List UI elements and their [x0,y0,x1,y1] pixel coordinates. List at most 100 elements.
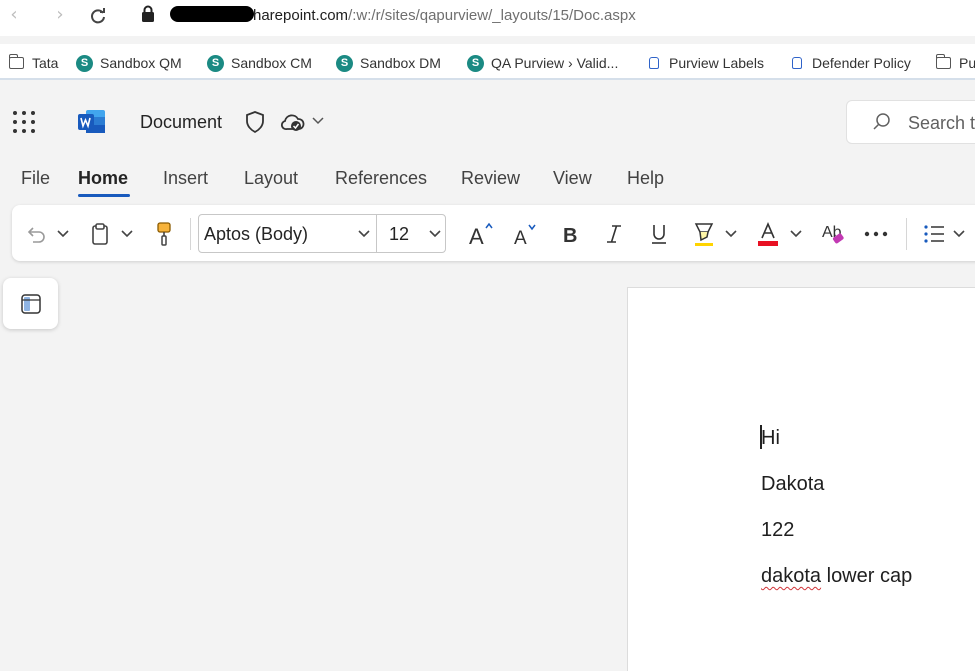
misspelled-word[interactable]: dakota [761,565,821,587]
more-icon [864,231,888,237]
lock-icon [788,55,805,72]
bullets-dropdown[interactable] [951,227,967,241]
word-logo-icon[interactable] [77,108,106,135]
bookmark-folder-pu[interactable]: Pu [935,53,975,73]
bookmark-label: Sandbox DM [360,55,441,71]
sharepoint-icon: S [207,54,224,72]
bookmark-purview-labels[interactable]: Purview Labels [645,53,764,73]
clipboard-icon [92,223,108,245]
lock-icon [142,5,154,22]
forward-button[interactable]: › [47,4,73,28]
italic-icon [607,225,621,243]
tab-references[interactable]: References [335,168,427,189]
url-field[interactable]: harepoint.com/:w:/r/sites/qapurview/_lay… [253,7,636,24]
shield-icon[interactable] [244,110,266,134]
reload-button[interactable] [85,4,111,28]
tab-file[interactable]: File [21,168,50,189]
bookmark-sandbox-cm[interactable]: S Sandbox CM [207,53,312,73]
bookmark-qa-purview[interactable]: S QA Purview › Valid... [467,53,618,73]
bookmark-tata[interactable]: Tata [8,53,58,73]
url-host: harepoint.com [253,7,349,24]
grow-font-icon: A [469,222,493,248]
app-launcher-icon[interactable] [13,111,35,133]
format-painter-button[interactable] [152,220,176,248]
font-size-chevron[interactable] [427,227,443,241]
clear-formatting-icon: Ab [822,224,844,244]
tab-insert[interactable]: Insert [163,168,208,189]
sharepoint-icon: S [76,54,93,72]
bullets-button[interactable] [921,220,947,248]
bookmark-label: Tata [32,55,59,71]
svg-text:A: A [469,224,484,248]
grow-font-button[interactable]: A [466,218,496,250]
cloud-saved-icon[interactable] [280,111,306,133]
tab-home[interactable]: Home [78,168,128,189]
tab-layout[interactable]: Layout [244,168,298,189]
chevron-down-icon [953,230,965,238]
ribbon-separator [190,218,191,250]
search-icon [873,113,890,130]
chevron-down-icon [121,230,133,238]
highlight-color-button[interactable] [691,218,717,250]
bookmark-label: Purview Labels [669,55,764,71]
tab-review[interactable]: Review [461,168,520,189]
paste-button[interactable] [88,221,112,247]
paste-dropdown[interactable] [119,227,135,241]
bookmark-defender-policy[interactable]: Defender Policy [788,53,911,73]
chevron-down-icon [429,230,441,238]
undo-icon [27,227,45,243]
format-painter-icon [157,222,171,246]
chevron-down-icon [57,230,69,238]
url-path: /:w:/r/sites/qapurview/_layouts/15/Doc.a… [348,7,636,24]
font-color-dropdown[interactable] [788,227,804,241]
highlight-dropdown[interactable] [723,227,739,241]
clear-formatting-button[interactable]: Ab [820,218,848,250]
bookmark-label: Sandbox QM [100,55,182,71]
document-line-3[interactable]: 122 [761,519,794,542]
font-color-button[interactable] [755,218,781,250]
bookmark-sandbox-qm[interactable]: S Sandbox QM [76,53,182,73]
lock-icon [645,55,662,72]
more-options-button[interactable] [862,222,890,246]
font-family-value: Aptos (Body) [204,224,309,244]
tab-view[interactable]: View [553,168,592,189]
font-size-value[interactable]: 12 [389,224,409,245]
document-line-1[interactable]: Hi [761,427,780,450]
ribbon-separator [906,218,907,250]
font-box-divider [376,215,377,252]
bookmark-label: Defender Policy [812,55,911,71]
back-button[interactable]: ‹ [1,4,27,28]
redacted-url-segment [170,6,254,22]
svg-text:A: A [514,228,527,248]
bookmarks-bar: Tata S Sandbox QM S Sandbox CM S Sandbox… [0,44,975,80]
folder-icon [8,54,25,72]
folder-icon [935,54,952,72]
document-line-2[interactable]: Dakota [761,473,824,496]
undo-button[interactable] [24,221,48,247]
chevron-down-icon [358,230,370,238]
highlighter-icon [694,223,714,246]
font-family-chevron[interactable] [356,227,372,241]
shrink-font-button[interactable]: A [510,218,540,250]
sharepoint-icon: S [336,54,353,72]
bookmark-sandbox-dm[interactable]: S Sandbox DM [336,53,441,73]
bookmark-label: Sandbox CM [231,55,312,71]
italic-button[interactable] [602,220,626,248]
chevron-down-icon [725,230,737,238]
sharepoint-icon: S [467,54,484,72]
underline-button[interactable] [647,220,671,248]
tab-help[interactable]: Help [627,168,664,189]
bold-button[interactable]: B [558,220,582,248]
undo-dropdown[interactable] [55,227,71,241]
chevron-down-icon[interactable] [311,113,325,127]
document-line-4-rest: lower cap [821,565,913,587]
document-title[interactable]: Document [140,112,222,133]
font-color-icon [758,221,778,246]
browser-address-bar: ‹ › harepoint.com/:w:/r/sites/qapurview/… [0,0,975,36]
bookmark-label: QA Purview › Valid... [491,55,619,71]
document-line-4[interactable]: dakota lower cap [761,565,912,588]
svg-text:B: B [563,225,577,246]
bold-icon: B [563,225,577,246]
navigation-pane-button[interactable] [3,278,58,329]
bookmark-label: Pu [959,55,975,71]
